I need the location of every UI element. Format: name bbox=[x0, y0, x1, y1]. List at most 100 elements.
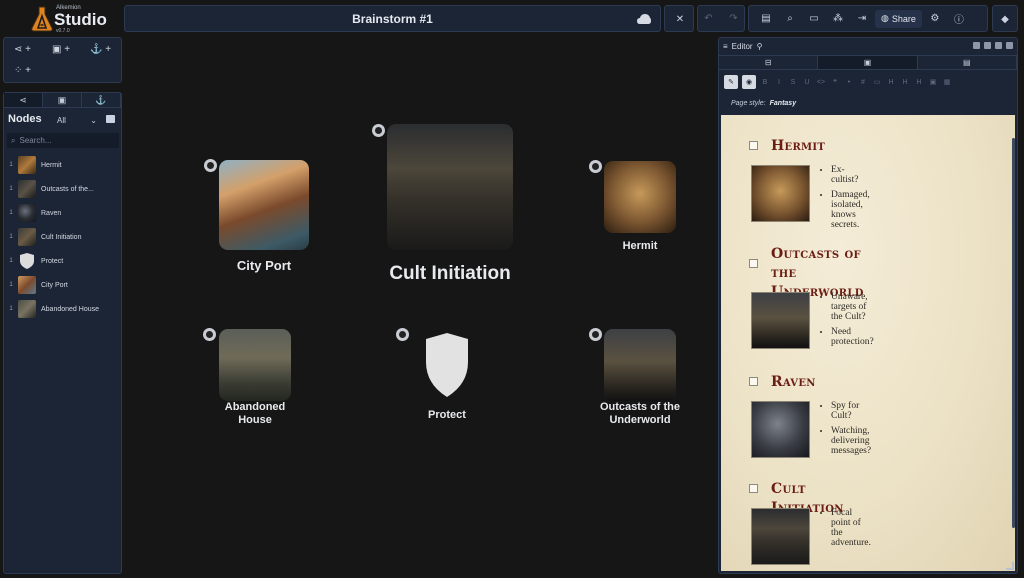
nodes-filter-select[interactable]: All ⌄ bbox=[54, 113, 100, 127]
canvas-node-protect[interactable]: Protect bbox=[392, 325, 502, 425]
export-icon[interactable]: ⇥ bbox=[851, 9, 873, 29]
undo-icon[interactable]: ↶ bbox=[698, 9, 719, 29]
gear-icon[interactable]: ⚙ bbox=[924, 9, 946, 29]
globe-icon: ◍ bbox=[881, 13, 889, 23]
strike-icon[interactable]: S bbox=[788, 79, 798, 86]
tab-page[interactable]: ▣ bbox=[818, 56, 918, 69]
bullet-item: Damaged, isolated, knows secrets. bbox=[831, 190, 870, 230]
node-name: City Port bbox=[41, 281, 68, 289]
entry-checkbox[interactable] bbox=[749, 377, 758, 386]
app-logo: Alkemion Studio v0.7.0 bbox=[30, 4, 110, 34]
canvas-node-hermit[interactable]: Hermit bbox=[586, 154, 696, 264]
entry-bullets: Ex-cultist? Damaged, isolated, knows sec… bbox=[831, 165, 870, 235]
bullet-list-icon[interactable]: • bbox=[844, 79, 854, 86]
search-placeholder: Search... bbox=[19, 136, 52, 145]
entry-checkbox[interactable] bbox=[749, 484, 758, 493]
visibility-icon[interactable] bbox=[589, 160, 602, 173]
node-image bbox=[604, 161, 676, 233]
keyboard-icon[interactable]: ▭ bbox=[803, 9, 825, 29]
tab-document[interactable]: ▤ bbox=[918, 56, 1017, 69]
node-name: Abandoned House bbox=[41, 305, 99, 313]
entry-image bbox=[751, 508, 810, 565]
visibility-icon[interactable] bbox=[396, 328, 409, 341]
code-icon[interactable]: <> bbox=[816, 79, 826, 86]
canvas-node-outcasts[interactable]: Outcasts of the Underworld bbox=[586, 325, 696, 435]
node-name: Cult Initiation bbox=[41, 233, 82, 241]
add-anchor-button[interactable]: ⚓ + bbox=[90, 44, 111, 55]
heading1-icon[interactable]: H bbox=[886, 79, 896, 86]
image-insert-icon[interactable]: ▣ bbox=[928, 78, 938, 86]
heading2-icon[interactable]: H bbox=[900, 79, 910, 86]
node-image bbox=[219, 160, 309, 250]
list-item[interactable]: 1 Abandoned House bbox=[4, 297, 123, 321]
list-item[interactable]: 1 Hermit bbox=[4, 153, 123, 177]
tab-images[interactable]: ▣ bbox=[43, 93, 82, 107]
search-input[interactable]: ⌕ Search... bbox=[7, 133, 119, 148]
list-item[interactable]: 1 Cult Initiation bbox=[4, 225, 123, 249]
entry-checkbox[interactable] bbox=[749, 141, 758, 150]
add-image-button[interactable]: ▣ + bbox=[52, 44, 70, 55]
editor-scrollbar[interactable] bbox=[1012, 138, 1015, 528]
collapse-icon[interactable] bbox=[973, 42, 980, 49]
node-count: 1 bbox=[9, 162, 13, 168]
preview-mode-icon[interactable]: ◉ bbox=[742, 75, 756, 89]
visibility-icon[interactable] bbox=[372, 124, 385, 137]
list-item[interactable]: 1 Protect bbox=[4, 249, 123, 273]
chevron-down-icon: ⌄ bbox=[90, 115, 97, 125]
comment-icon[interactable]: ▭ bbox=[872, 78, 882, 86]
canvas-node-cult-initiation[interactable]: Cult Initiation bbox=[370, 122, 530, 292]
search-icon: ⌕ bbox=[11, 135, 16, 145]
list-item[interactable]: 1 City Port bbox=[4, 273, 123, 297]
table-icon[interactable]: ▦ bbox=[942, 78, 952, 86]
image-filter-icon[interactable] bbox=[106, 115, 115, 123]
add-connection-button[interactable]: ⋖ + bbox=[14, 44, 31, 55]
bold-icon[interactable]: B bbox=[760, 79, 770, 86]
numbered-list-icon[interactable]: # bbox=[858, 79, 868, 86]
entry-checkbox[interactable] bbox=[749, 259, 758, 268]
add-group-button[interactable]: ⁘ + bbox=[14, 65, 31, 76]
tab-anchors[interactable]: ⚓ bbox=[82, 93, 121, 107]
node-label: Cult Initiation bbox=[389, 263, 511, 284]
image-icon: ▣ bbox=[57, 94, 67, 105]
dock-icon[interactable] bbox=[984, 42, 991, 49]
visibility-icon[interactable] bbox=[204, 159, 217, 172]
page-icon: ▣ bbox=[863, 58, 872, 67]
cloud-save-icon[interactable] bbox=[637, 13, 651, 25]
resize-handle-icon[interactable] bbox=[1006, 562, 1014, 570]
node-name: Protect bbox=[41, 257, 64, 265]
node-label-line2: Underworld bbox=[609, 413, 671, 426]
flask-icon bbox=[31, 6, 53, 32]
list-item[interactable]: 1 Outcasts of the... bbox=[4, 177, 123, 201]
hierarchy-icon[interactable]: ⁂ bbox=[827, 9, 849, 29]
share-button[interactable]: ◍ Share bbox=[875, 9, 922, 28]
tab-outline[interactable]: ⊟ bbox=[719, 56, 819, 69]
quote-icon[interactable]: ❝ bbox=[830, 78, 840, 86]
diamond-icon[interactable]: ◆ bbox=[994, 9, 1016, 29]
visibility-icon[interactable] bbox=[589, 328, 602, 341]
edit-mode-icon[interactable]: ✎ bbox=[724, 75, 738, 89]
redo-icon[interactable]: ↷ bbox=[723, 9, 744, 29]
underline-icon[interactable]: U bbox=[802, 79, 812, 86]
drag-handle-icon[interactable]: ≡ bbox=[723, 42, 728, 51]
node-image bbox=[387, 124, 513, 250]
italic-icon[interactable]: I bbox=[774, 79, 784, 86]
node-thumbnail bbox=[18, 276, 36, 294]
page-style-label: Page style: bbox=[731, 100, 766, 107]
visibility-icon[interactable] bbox=[203, 328, 216, 341]
canvas-node-abandoned-house[interactable]: Abandoned House bbox=[200, 325, 310, 435]
heading3-icon[interactable]: H bbox=[914, 79, 924, 86]
page-style[interactable]: Page style: Fantasy bbox=[731, 100, 796, 107]
pin-icon[interactable]: ⚲ bbox=[757, 42, 763, 51]
document-title[interactable]: Brainstorm #1 bbox=[125, 12, 660, 26]
close-icon[interactable] bbox=[1006, 42, 1013, 49]
canvas-node-city-port[interactable]: City Port bbox=[200, 152, 330, 282]
note-icon[interactable]: ▤ bbox=[755, 9, 777, 29]
entry-heading: Hermit bbox=[771, 138, 826, 154]
info-icon[interactable]: ⓘ bbox=[948, 9, 970, 29]
list-item[interactable]: 1 Raven bbox=[4, 201, 123, 225]
search-icon[interactable]: ⌕ bbox=[779, 9, 801, 29]
maximize-icon[interactable] bbox=[995, 42, 1002, 49]
tab-nodes[interactable]: ⋖ bbox=[4, 93, 43, 107]
node-image bbox=[604, 329, 676, 401]
bug-off-icon[interactable]: ✕ bbox=[669, 9, 691, 29]
